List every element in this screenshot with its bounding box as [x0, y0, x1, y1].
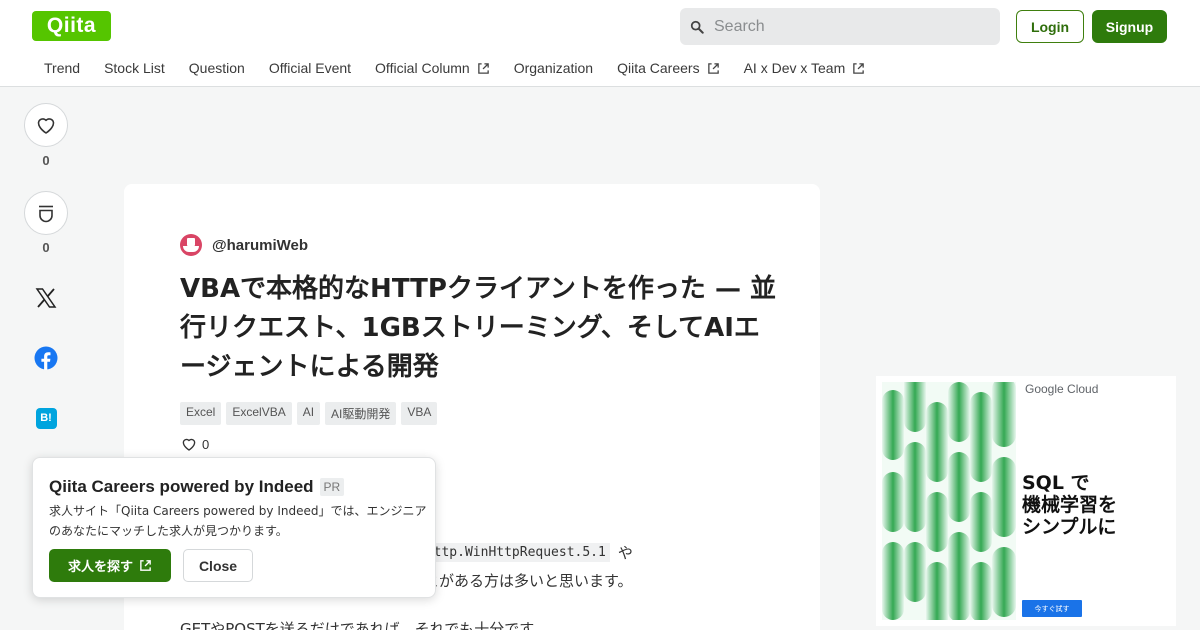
external-link-icon [140, 560, 151, 571]
hatena-bookmark-icon: B! [35, 407, 57, 429]
ad-artwork [882, 382, 1016, 620]
close-popup-button[interactable]: Close [183, 549, 253, 582]
nav-item-trend[interactable]: Trend [44, 60, 80, 76]
ad-headline: SQL で 機械学習を シンプルに [1022, 472, 1118, 538]
ad-brand-logo: Google Cloud [1025, 382, 1099, 396]
tag-list: Excel ExcelVBA AI AI駆動開発 VBA [180, 402, 442, 425]
hatena-bookmark-button[interactable]: B! [33, 405, 59, 431]
main-nav: Trend Stock List Question Official Event… [32, 54, 889, 82]
signup-button[interactable]: Signup [1092, 10, 1167, 43]
article-like-count: 0 [202, 436, 210, 452]
heart-icon [37, 118, 55, 134]
nav-item-official-column[interactable]: Official Column [375, 60, 490, 76]
external-link-icon [853, 62, 865, 74]
qiita-logo[interactable]: Qiita [32, 11, 111, 41]
search-input[interactable] [714, 17, 974, 36]
nav-item-stock-list[interactable]: Stock List [104, 60, 165, 76]
facebook-share-button[interactable] [33, 345, 59, 371]
author-name[interactable]: @harumiWeb [212, 237, 308, 254]
tag-excel[interactable]: Excel [180, 402, 222, 425]
article-body-line: nHttp.WinHttpRequest.5.1 や [414, 542, 633, 563]
google-cloud-ad[interactable]: Google Cloud SQL で 機械学習を シンプルに 今すぐ試す [876, 376, 1176, 626]
stock-count: 0 [42, 240, 50, 255]
tag-vba[interactable]: VBA [401, 402, 438, 425]
heart-icon [182, 438, 196, 451]
stock-button[interactable] [24, 191, 68, 235]
site-header: Qiita Login Signup Trend Stock List Ques… [0, 0, 1200, 87]
x-share-button[interactable] [33, 285, 59, 311]
like-button[interactable] [24, 103, 68, 147]
search-icon [690, 20, 704, 34]
article-title: VBAで本格的なHTTPクライアントを作った — 並行リクエスト、1GBストリー… [180, 274, 777, 382]
facebook-icon [34, 346, 58, 370]
find-jobs-button[interactable]: 求人を探す [49, 549, 171, 582]
search-box[interactable] [680, 8, 1000, 45]
nav-item-official-event[interactable]: Official Event [269, 60, 351, 76]
popup-title: Qiita Careers powered by Indeed PR [49, 477, 345, 497]
external-link-icon [707, 62, 719, 74]
author[interactable]: @harumiWeb [180, 234, 308, 256]
article-body-line: GETやPOSTを送るだけであれば、それでも十分です。 [180, 620, 548, 630]
external-link-icon [477, 62, 489, 74]
popup-text: 求人サイト「Qiita Careers powered by Indeed」では… [49, 504, 427, 538]
inline-code: nHttp.WinHttpRequest.5.1 [414, 543, 610, 562]
author-avatar[interactable] [180, 234, 202, 256]
like-count: 0 [42, 153, 50, 168]
article-likes: 0 [180, 435, 209, 453]
stock-icon [39, 205, 53, 223]
nav-item-organization[interactable]: Organization [514, 60, 593, 76]
nav-item-qiita-careers[interactable]: Qiita Careers [617, 60, 719, 76]
login-button[interactable]: Login [1016, 10, 1084, 43]
tag-excelvba[interactable]: ExcelVBA [226, 402, 292, 425]
x-logo-icon [35, 288, 57, 308]
tag-ai-driven-dev[interactable]: AI駆動開発 [325, 402, 397, 425]
tag-ai[interactable]: AI [296, 402, 321, 425]
careers-popup: Qiita Careers powered by Indeed PR 求人サイト… [32, 457, 436, 598]
article-body-line: とがある方は多いと思います。 [424, 572, 633, 590]
nav-item-question[interactable]: Question [189, 60, 245, 76]
pr-badge: PR [319, 478, 345, 496]
ad-try-now-button[interactable]: 今すぐ試す [1022, 600, 1082, 617]
nav-item-ai-dev-team[interactable]: AI x Dev x Team [744, 60, 866, 76]
